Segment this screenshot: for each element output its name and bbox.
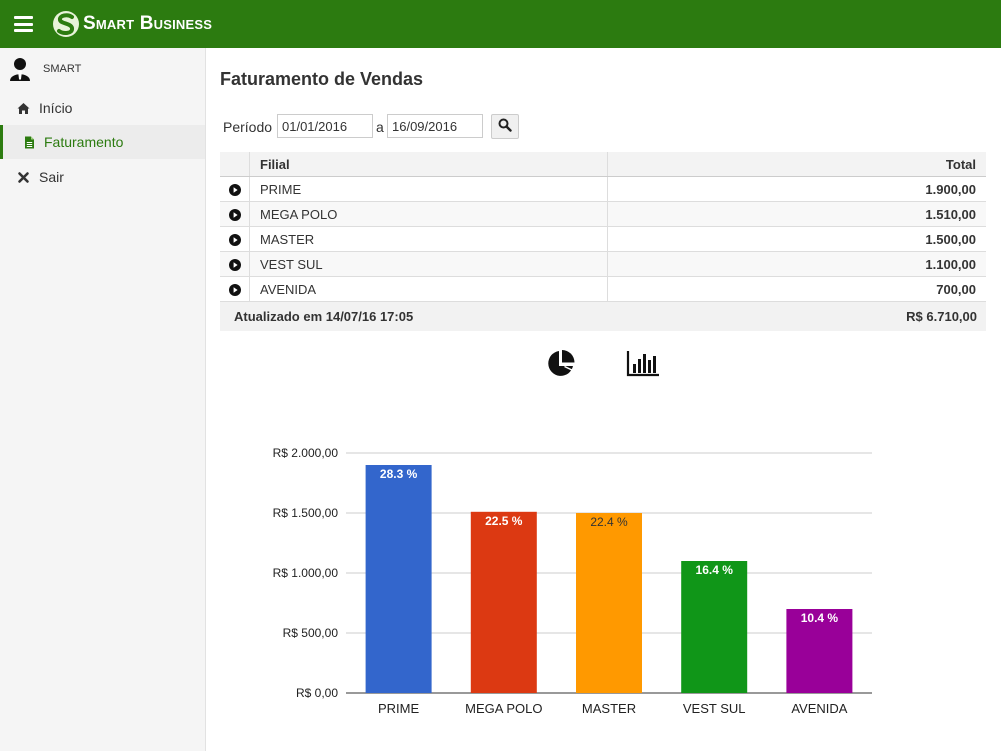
x-tick-label: AVENIDA [791, 701, 847, 716]
table-row[interactable]: MASTER 1.500,00 [220, 226, 986, 252]
bar-mega-polo [470, 511, 537, 693]
bar-prime [365, 465, 432, 693]
expand-row-icon[interactable] [228, 209, 241, 222]
table-header-row: Filial Total [220, 152, 986, 177]
data-label: 22.4 % [590, 515, 628, 529]
bar-chart-icon[interactable] [626, 350, 660, 378]
data-label: 10.4 % [801, 611, 839, 625]
main-content: Faturamento de Vendas Período a Filial T… [206, 48, 1001, 751]
close-icon [18, 172, 29, 183]
sidebar-item-faturamento[interactable]: Faturamento [0, 125, 205, 159]
user-name: SMART [43, 63, 82, 75]
table-footer-row: Atualizado em 14/07/16 17:05 R$ 6.710,00 [220, 301, 986, 331]
y-tick-label: R$ 1.500,00 [273, 506, 339, 520]
y-tick-label: R$ 1.000,00 [273, 566, 339, 580]
cell-filial: VEST SUL [249, 251, 608, 277]
y-tick-label: R$ 500,00 [283, 626, 339, 640]
table-row[interactable]: VEST SUL 1.100,00 [220, 251, 986, 277]
x-tick-label: VEST SUL [683, 701, 746, 716]
sidebar-item-label: Início [39, 100, 73, 116]
top-bar: Smart Business [0, 0, 1001, 48]
bar-master [576, 513, 642, 693]
cell-total: 700,00 [607, 276, 986, 302]
menu-icon[interactable] [14, 16, 33, 32]
x-tick-label: MEGA POLO [465, 701, 542, 716]
x-tick-label: MASTER [582, 701, 636, 716]
pie-chart-icon[interactable] [546, 349, 576, 379]
billing-table: Filial Total PRIME 1.900,00 MEGA POLO 1.… [220, 152, 986, 331]
cell-total: 1.900,00 [607, 176, 986, 202]
last-updated-text: Atualizado em 14/07/16 17:05 [220, 301, 608, 331]
page-title: Faturamento de Vendas [220, 69, 424, 89]
search-button[interactable] [491, 114, 519, 139]
table-row[interactable]: PRIME 1.900,00 [220, 176, 986, 202]
cell-total: 1.510,00 [607, 201, 986, 227]
data-label: 28.3 % [380, 467, 418, 481]
data-label: 22.5 % [485, 514, 523, 528]
y-tick-label: R$ 0,00 [296, 686, 338, 700]
table-row[interactable]: AVENIDA 700,00 [220, 276, 986, 302]
cell-filial: AVENIDA [249, 276, 608, 302]
expand-row-icon[interactable] [228, 184, 241, 197]
sidebar-item-sair[interactable]: Sair [0, 160, 205, 194]
sidebar: SMART Início Faturamento Sair [0, 48, 206, 751]
date-to-input[interactable] [387, 114, 483, 138]
sidebar-item-inicio[interactable]: Início [0, 91, 205, 125]
app-brand: Smart Business [83, 13, 213, 34]
search-icon [498, 118, 512, 132]
grand-total: R$ 6.710,00 [607, 301, 986, 331]
bar-chart: R$ 0,00 R$ 500,00 R$ 1.000,00 R$ 1.500,00 R$… [273, 446, 872, 716]
column-header-filial: Filial [249, 152, 608, 177]
expand-row-icon[interactable] [228, 234, 241, 247]
cell-filial: MEGA POLO [249, 201, 608, 227]
cell-filial: MASTER [249, 226, 608, 252]
expand-row-icon[interactable] [228, 284, 241, 297]
bar-vest-sul [681, 561, 748, 693]
sidebar-item-label: Sair [39, 169, 64, 185]
data-label: 16.4 % [696, 563, 734, 577]
home-icon [17, 103, 30, 114]
logo-icon [53, 11, 79, 37]
user-icon [10, 58, 30, 81]
column-header-total: Total [607, 152, 986, 177]
y-tick-label: R$ 2.000,00 [273, 446, 339, 460]
date-from-input[interactable] [277, 114, 373, 138]
cell-total: 1.100,00 [607, 251, 986, 277]
sidebar-item-label: Faturamento [44, 134, 124, 150]
column-header-expand [220, 152, 250, 177]
document-icon [25, 136, 34, 149]
period-separator: a [376, 119, 384, 135]
table-row[interactable]: MEGA POLO 1.510,00 [220, 201, 986, 227]
cell-total: 1.500,00 [607, 226, 986, 252]
x-tick-label: PRIME [378, 701, 420, 716]
period-label: Período [223, 119, 273, 135]
expand-row-icon[interactable] [228, 259, 241, 272]
cell-filial: PRIME [249, 176, 608, 202]
